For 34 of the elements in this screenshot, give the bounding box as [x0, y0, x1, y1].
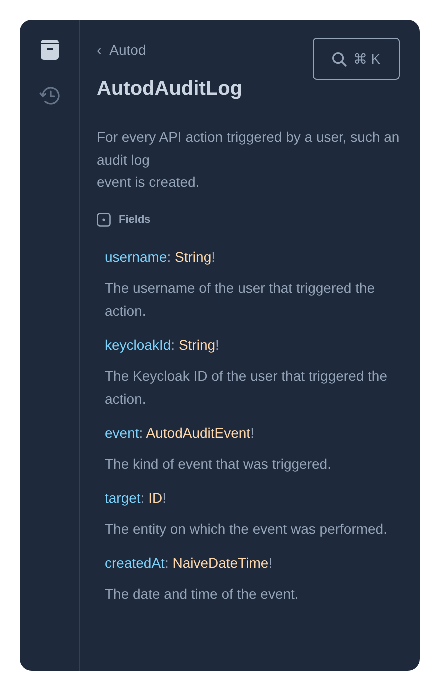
- chevron-icon: ‹: [97, 40, 102, 61]
- separator-text: :: [140, 490, 145, 506]
- type-link[interactable]: String: [175, 249, 212, 265]
- field-name[interactable]: createdAt: [105, 555, 165, 571]
- separator-text: :: [167, 249, 172, 265]
- field-description: The Keycloak ID of the user that triggered the action.: [105, 367, 388, 409]
- separator-text: :: [139, 425, 144, 441]
- description: For every API action triggered by a user, such an audit log event is created.: [97, 128, 400, 192]
- field-description: The date and time of the event.: [105, 585, 300, 604]
- separator-text: :: [171, 337, 176, 353]
- separator-text: :: [164, 555, 169, 571]
- type-link[interactable]: String: [178, 337, 216, 353]
- field-name[interactable]: username: [105, 249, 168, 265]
- required-mark: !: [162, 490, 166, 506]
- type-link[interactable]: NaiveDateTime: [172, 555, 269, 571]
- required-mark: !: [216, 337, 220, 353]
- field-description: The username of the user that triggered the action.: [105, 279, 376, 321]
- required-mark: !: [212, 249, 216, 265]
- back-link[interactable]: ‹ Autod: [97, 40, 146, 61]
- search-icon: [332, 52, 348, 66]
- type-link[interactable]: ID: [148, 490, 163, 506]
- history-icon: [38, 86, 60, 106]
- field-name[interactable]: event: [105, 425, 140, 441]
- type-link[interactable]: AutodAuditEvent: [146, 425, 251, 441]
- required-mark: !: [268, 555, 273, 571]
- fields-icon: [97, 212, 111, 227]
- search-button[interactable]: ⌘ K: [313, 38, 400, 80]
- field-name[interactable]: target: [105, 490, 141, 506]
- field-name[interactable]: keycloakId: [105, 337, 172, 353]
- page-title: AutodAuditLog: [97, 77, 244, 102]
- field-description: The kind of event that was triggered.: [105, 455, 332, 474]
- field-description: The entity on which the event was performed.: [105, 520, 388, 539]
- fields-label: Fields: [119, 212, 151, 228]
- required-mark: !: [250, 425, 254, 441]
